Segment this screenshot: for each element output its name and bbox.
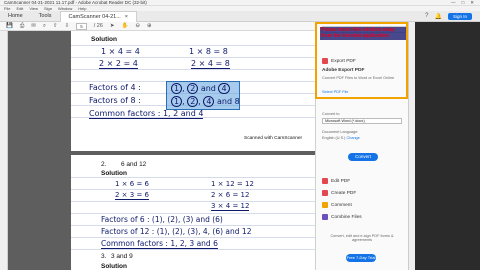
pdf-page: 2. 6 and 12 Solution 1 × 6 = 6 1 × 12 = … <box>71 155 315 270</box>
print-icon[interactable]: ⎙ <box>20 23 24 30</box>
tab-document[interactable]: CamScanner 04-21... × <box>59 10 138 22</box>
handwritten-line: 1 × 12 = 12 <box>211 180 254 188</box>
handwritten-line: 2 × 2 = 4 <box>99 59 138 69</box>
solution-heading: Solution <box>91 36 117 43</box>
doc-language-row: English (U.S.) Change <box>322 136 360 140</box>
tool-create-pdf[interactable]: Create PDF <box>322 190 356 196</box>
factors-label: Factors of 8 : <box>89 96 141 105</box>
search-icon[interactable]: ⌕ <box>43 23 46 30</box>
tab-close-icon[interactable]: × <box>125 14 128 20</box>
change-language-link[interactable]: Change <box>346 136 359 140</box>
next-page-icon[interactable]: ⇩ <box>65 23 70 29</box>
zoom-in-icon[interactable]: ⊕ <box>147 23 152 29</box>
select-tool-icon[interactable]: ➤ <box>110 23 115 29</box>
move-window-notice: Please move this window away from the Ac… <box>315 22 408 99</box>
zoom-out-icon[interactable]: ⊖ <box>135 23 140 29</box>
notice-text: Please move this window away from the Ac… <box>320 27 406 41</box>
free-trial-button[interactable]: Free 7-Day Trial <box>346 254 376 262</box>
promo-text: Convert, edit and e-sign PDF forms & agr… <box>330 234 394 242</box>
question-text: 6 and 12 <box>121 161 147 168</box>
tab-document-label: CamScanner 04-21... <box>68 13 121 20</box>
help-icon[interactable]: ? <box>425 13 428 19</box>
factors-label: Factors of 4 : <box>89 83 141 92</box>
convert-button[interactable]: Convert <box>348 153 378 161</box>
right-collapse-rail[interactable] <box>408 22 415 270</box>
sign-in-button[interactable]: Sign In <box>447 12 472 20</box>
handwritten-line: 2 × 6 = 12 <box>211 191 250 199</box>
handwritten-line: 1 × 8 = 8 <box>189 47 228 56</box>
tabbar-actions: ? 🔔 Sign In <box>425 12 480 20</box>
solution-heading: Solution <box>101 170 127 177</box>
factors-line: Factors of 12 : (1), (2), (3), 4, (6) an… <box>101 227 252 236</box>
tool-edit-pdf[interactable]: Edit PDF <box>322 178 350 184</box>
doc-language-value: English (U.S.) <box>322 136 346 140</box>
window-controls: — □ ✕ <box>451 0 474 6</box>
factors-values: 1, 2, 4 and 8 <box>171 96 240 107</box>
handwritten-line: 1 × 6 = 6 <box>115 180 149 188</box>
page-number-input[interactable]: 5 <box>76 22 87 30</box>
combine-files-icon <box>322 214 328 220</box>
window-title: CamScanner 04-21-2021 11.17.pdf - Adobe … <box>4 0 147 5</box>
handwritten-line: 3 × 4 = 12 <box>211 202 250 211</box>
handwritten-line: 2 × 3 = 6 <box>115 191 149 200</box>
minimize-button[interactable]: — <box>451 0 456 6</box>
tab-home[interactable]: Home <box>0 11 31 22</box>
factors-line: Factors of 6 : (1), (2), (3) and (6) <box>101 215 223 224</box>
handwritten-line: 2 × 4 = 8 <box>191 59 230 69</box>
question-text: 3 and 9 <box>111 253 133 260</box>
comment-icon <box>322 202 328 208</box>
convert-to-label: Convert to <box>322 112 340 116</box>
pdf-page: Solution 1 × 4 = 4 1 × 8 = 8 2 × 2 = 4 2… <box>71 31 315 151</box>
page-total: / 26 <box>93 23 103 29</box>
save-icon[interactable]: 💾 <box>6 23 13 29</box>
tab-tools[interactable]: Tools <box>31 11 60 22</box>
left-navigation-rail <box>0 31 8 270</box>
scanner-watermark: Scanned with CamScanner <box>244 136 303 141</box>
maximize-button[interactable]: □ <box>462 0 465 6</box>
tool-comment[interactable]: Comment <box>322 202 352 208</box>
tab-bar: Home Tools CamScanner 04-21... × ? 🔔 Sig… <box>0 10 480 22</box>
email-icon[interactable]: ✉ <box>31 23 36 29</box>
handwritten-line: 1 × 4 = 4 <box>101 47 140 56</box>
document-toolbar: 💾 ⎙ ✉ ⌕ ⇧ ⇩ 5 / 26 ➤ ✋ ⊖ ⊕ <box>0 22 315 31</box>
common-factors: Common factors : 1, 2, 3 and 6 <box>101 239 218 249</box>
close-button[interactable]: ✕ <box>470 0 474 6</box>
doc-language-label: Document Language: <box>322 130 359 134</box>
edit-pdf-icon <box>322 178 328 184</box>
bell-icon[interactable]: 🔔 <box>435 13 442 20</box>
question-number: 2. <box>101 161 107 168</box>
prev-page-icon[interactable]: ⇧ <box>53 23 58 29</box>
solution-heading: Solution <box>101 263 127 270</box>
common-factors: Common factors : 1, 2 and 4 <box>89 109 204 119</box>
question-number: 3. <box>101 253 107 260</box>
create-pdf-icon <box>322 190 328 196</box>
document-viewport[interactable]: Solution 1 × 4 = 4 1 × 8 = 8 2 × 2 = 4 2… <box>8 31 315 270</box>
factors-values: 1, 2 and 4 <box>171 83 230 94</box>
desktop-background <box>415 22 480 270</box>
tool-combine-files[interactable]: Combine Files <box>322 214 362 220</box>
convert-to-select[interactable]: Microsoft Word (*.docx) <box>322 118 402 124</box>
hand-tool-icon[interactable]: ✋ <box>122 23 129 29</box>
